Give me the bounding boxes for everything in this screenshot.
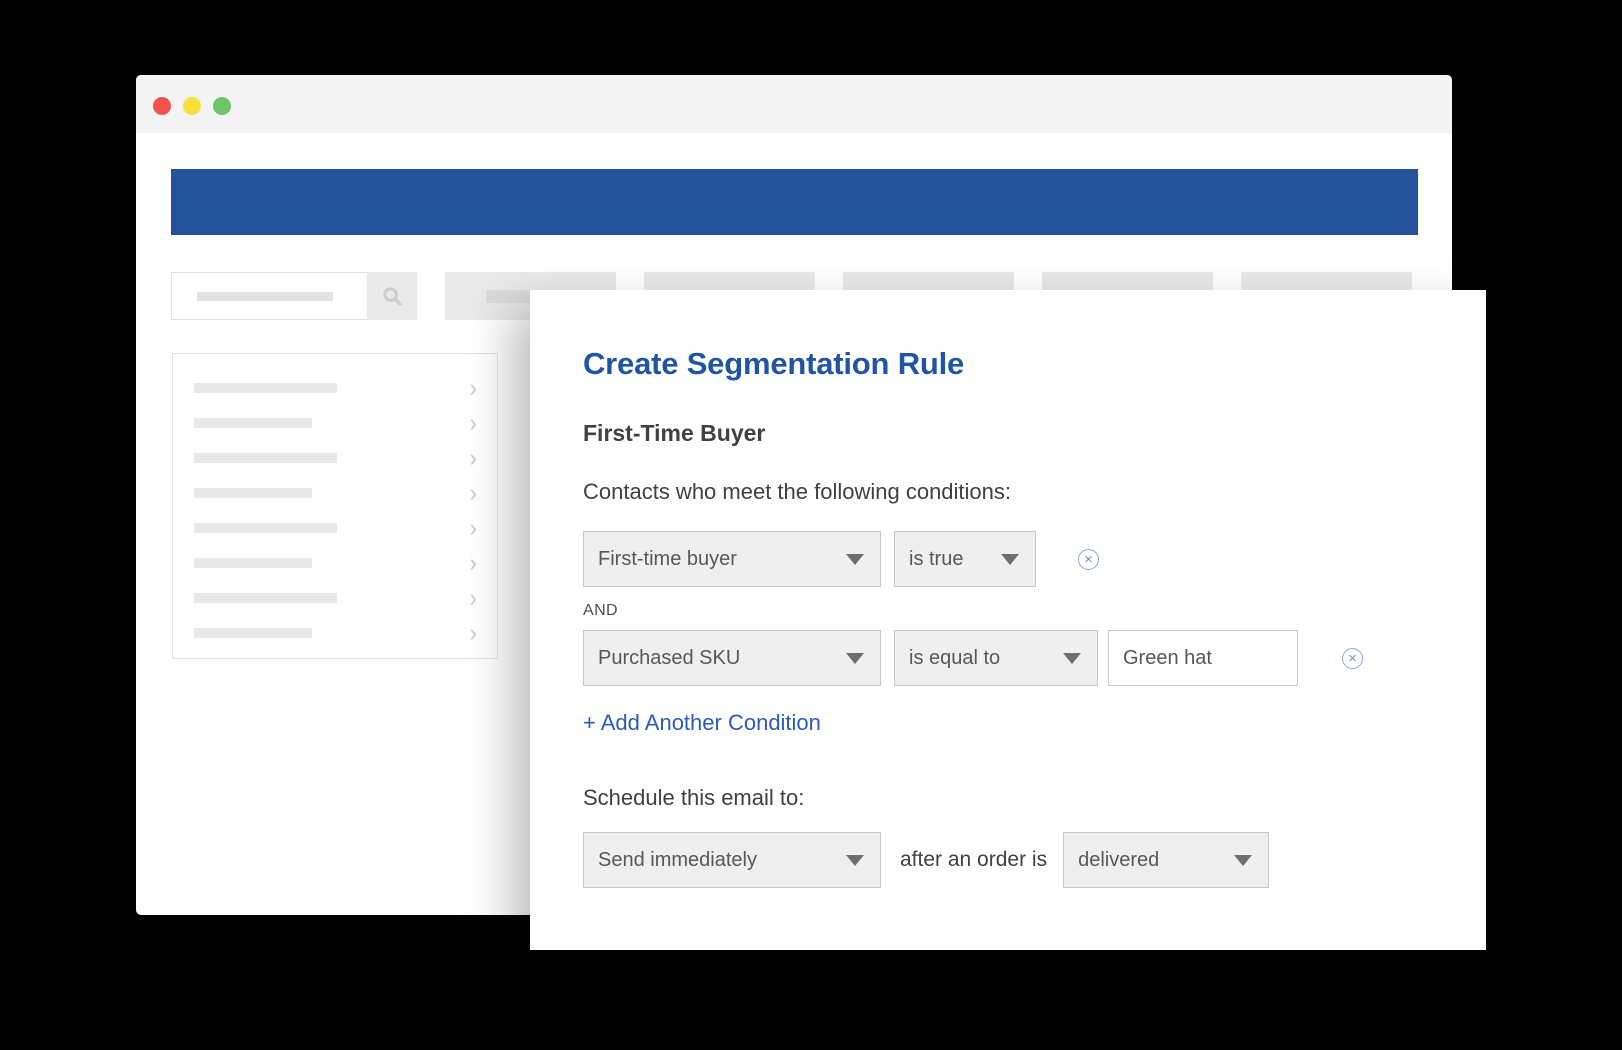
browser-titlebar bbox=[136, 75, 1452, 133]
chevron-right-icon: › bbox=[470, 621, 477, 644]
chevron-right-icon: › bbox=[470, 481, 477, 504]
search-placeholder-bar bbox=[197, 292, 333, 301]
condition-row-1: First-time buyer is true × bbox=[583, 531, 1099, 587]
rule-name: First-Time Buyer bbox=[583, 420, 765, 447]
condition-value-input[interactable] bbox=[1108, 630, 1298, 686]
operator-dropdown-value: is true bbox=[909, 548, 963, 571]
search-input[interactable] bbox=[171, 272, 367, 320]
chevron-right-icon: › bbox=[470, 411, 477, 434]
schedule-intro: Schedule this email to: bbox=[583, 785, 804, 811]
conditions-intro: Contacts who meet the following conditio… bbox=[583, 479, 1011, 505]
chevron-right-icon: › bbox=[470, 376, 477, 399]
field-dropdown-value: First-time buyer bbox=[598, 548, 737, 571]
list-item-label-placeholder bbox=[194, 523, 337, 533]
window-controls bbox=[153, 97, 231, 115]
list-item[interactable]: › bbox=[173, 405, 497, 440]
operator-dropdown[interactable]: is equal to bbox=[894, 630, 1098, 686]
add-condition-link[interactable]: + Add Another Condition bbox=[583, 710, 821, 736]
list-item[interactable]: › bbox=[173, 510, 497, 545]
operator-dropdown[interactable]: is true bbox=[894, 531, 1036, 587]
list-item-label-placeholder bbox=[194, 628, 312, 638]
sidebar-card: › › › › › › › › bbox=[172, 353, 498, 659]
list-item-label-placeholder bbox=[194, 383, 337, 393]
chevron-down-icon bbox=[1001, 554, 1019, 565]
chevron-down-icon bbox=[1234, 855, 1252, 866]
field-dropdown[interactable]: First-time buyer bbox=[583, 531, 881, 587]
remove-icon: × bbox=[1084, 551, 1093, 568]
list-item[interactable]: › bbox=[173, 440, 497, 475]
condition-row-2: Purchased SKU is equal to × bbox=[583, 630, 1363, 686]
search-group bbox=[171, 272, 417, 320]
chevron-down-icon bbox=[1063, 653, 1081, 664]
chevron-right-icon: › bbox=[470, 551, 477, 574]
list-item-label-placeholder bbox=[194, 453, 337, 463]
field-dropdown[interactable]: Purchased SKU bbox=[583, 630, 881, 686]
list-item[interactable]: › bbox=[173, 580, 497, 615]
list-item[interactable]: › bbox=[173, 370, 497, 405]
stage: › › › › › › › › Create Segmentation Rule First-… bbox=[0, 0, 1622, 1050]
operator-dropdown-value: is equal to bbox=[909, 647, 1000, 670]
list-item-label-placeholder bbox=[194, 558, 312, 568]
close-button[interactable] bbox=[153, 97, 171, 115]
nav-bar bbox=[171, 169, 1418, 235]
list-item[interactable]: › bbox=[173, 475, 497, 510]
timing-dropdown-value: Send immediately bbox=[598, 849, 757, 872]
chevron-down-icon bbox=[846, 554, 864, 565]
chevron-right-icon: › bbox=[470, 586, 477, 609]
remove-condition-button[interactable]: × bbox=[1078, 549, 1099, 570]
connector-text: after an order is bbox=[900, 848, 1047, 872]
remove-icon: × bbox=[1348, 650, 1357, 667]
chevron-right-icon: › bbox=[470, 516, 477, 539]
segmentation-rule-dialog: Create Segmentation Rule First-Time Buye… bbox=[530, 290, 1486, 950]
event-dropdown[interactable]: delivered bbox=[1063, 832, 1269, 888]
list-item-label-placeholder bbox=[194, 488, 312, 498]
maximize-button[interactable] bbox=[213, 97, 231, 115]
search-icon bbox=[381, 285, 404, 308]
schedule-row: Send immediately after an order is deliv… bbox=[583, 832, 1269, 888]
dialog-title: Create Segmentation Rule bbox=[583, 346, 964, 382]
field-dropdown-value: Purchased SKU bbox=[598, 647, 740, 670]
chevron-down-icon bbox=[846, 855, 864, 866]
search-button[interactable] bbox=[367, 272, 417, 320]
chevron-down-icon bbox=[846, 653, 864, 664]
list-item-label-placeholder bbox=[194, 418, 312, 428]
list-item[interactable]: › bbox=[173, 615, 497, 650]
minimize-button[interactable] bbox=[183, 97, 201, 115]
remove-condition-button[interactable]: × bbox=[1342, 648, 1363, 669]
chevron-right-icon: › bbox=[470, 446, 477, 469]
and-label: AND bbox=[583, 602, 618, 620]
timing-dropdown[interactable]: Send immediately bbox=[583, 832, 881, 888]
list-item[interactable]: › bbox=[173, 545, 497, 580]
event-dropdown-value: delivered bbox=[1078, 849, 1159, 872]
list-item-label-placeholder bbox=[194, 593, 337, 603]
